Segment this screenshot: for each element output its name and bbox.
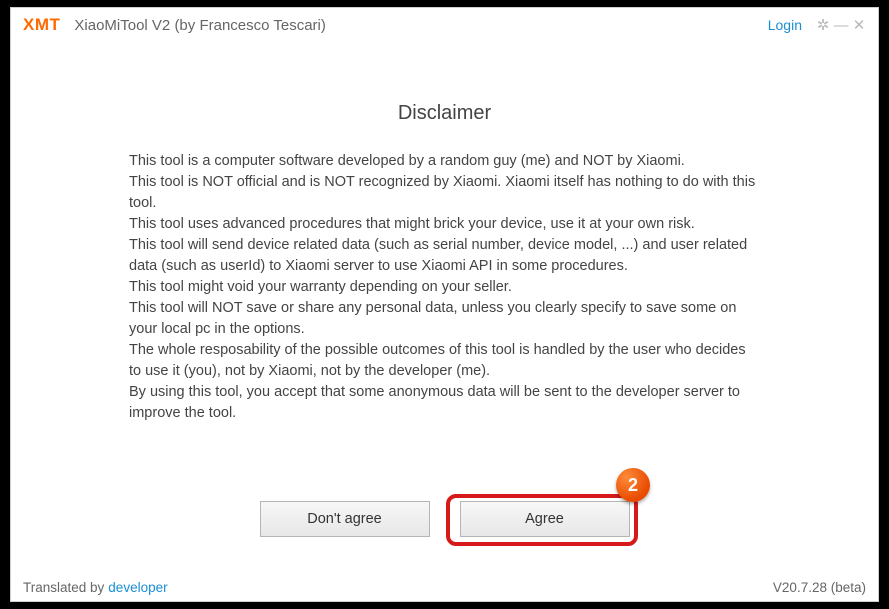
app-title: XiaoMiTool V2 (by Francesco Tescari) — [74, 17, 325, 34]
dont-agree-button[interactable]: Don't agree — [260, 501, 430, 537]
developer-link[interactable]: developer — [108, 580, 167, 595]
login-link[interactable]: Login — [768, 17, 802, 33]
footer: Translated by developer V20.7.28 (beta) — [11, 573, 878, 601]
close-icon[interactable]: ✕ — [850, 16, 868, 34]
titlebar: XMT XiaoMiTool V2 (by Francesco Tescari)… — [11, 8, 878, 42]
disclaimer-heading: Disclaimer — [11, 102, 878, 125]
translated-by-label: Translated by — [23, 580, 104, 595]
button-row: Don't agree Agree — [11, 501, 878, 537]
disclaimer-body: This tool is a computer software develop… — [11, 151, 878, 424]
app-window: XMT XiaoMiTool V2 (by Francesco Tescari)… — [10, 7, 879, 602]
app-logo: XMT — [23, 15, 60, 35]
version-label: V20.7.28 (beta) — [773, 580, 866, 595]
settings-icon[interactable]: ✲ — [814, 16, 832, 34]
content-area: Disclaimer This tool is a computer softw… — [11, 42, 878, 573]
agree-button[interactable]: Agree — [460, 501, 630, 537]
minimize-icon[interactable]: — — [832, 17, 850, 34]
